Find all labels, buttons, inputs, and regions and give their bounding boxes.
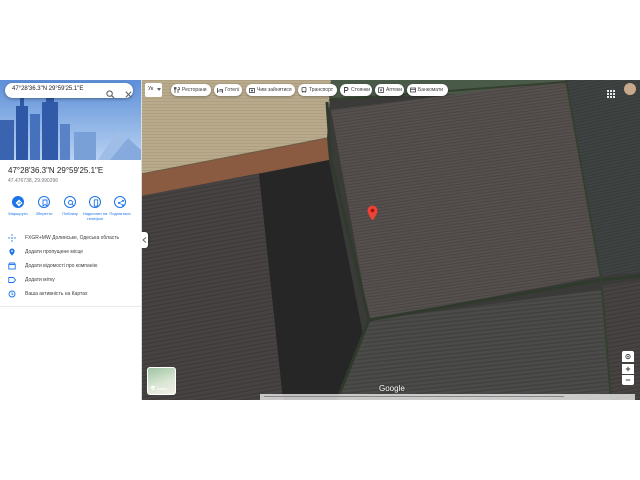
language-value: Ук <box>148 86 154 92</box>
place-panel: 47°28'36.3"N 29°59'25.1"E 47°28'36.3"N 2… <box>0 80 142 400</box>
plus-code-icon <box>8 234 16 242</box>
chip-pharmacies[interactable]: Аптеки <box>375 84 404 96</box>
chip-transit[interactable]: Транспорт <box>298 84 337 96</box>
info-row-add-label[interactable]: Додати мітку <box>0 274 141 286</box>
bookmark-icon <box>42 199 48 207</box>
info-row-add-place[interactable]: Додати пропущене місце <box>0 246 141 258</box>
save-button[interactable]: Зберегти <box>31 196 57 216</box>
chip-pharmacies-label: Аптеки <box>386 87 403 93</box>
plus-icon <box>625 366 631 372</box>
place-coordinates: 47.476738, 29.990296 <box>8 178 59 184</box>
info-row-add-business[interactable]: Додати відомості про компанію <box>0 260 141 272</box>
transit-icon <box>301 87 307 93</box>
chip-parking-label: Стоянки <box>351 87 371 93</box>
minus-icon <box>625 379 631 381</box>
apps-grid-icon[interactable] <box>607 85 615 103</box>
search-input[interactable]: 47°28'36.3"N 29°59'25.1"E <box>12 86 83 92</box>
satellite-imagery <box>141 80 640 400</box>
map-attribution-bar <box>260 394 635 400</box>
hotel-icon <box>217 88 223 93</box>
layers-icon <box>150 385 156 391</box>
send-to-phone-label: Надіслати на телефон <box>82 211 108 221</box>
chip-hotels[interactable]: Готелі <box>214 84 242 96</box>
share-icon <box>118 199 124 207</box>
history-icon <box>8 290 16 298</box>
restaurant-icon <box>174 87 180 93</box>
zoom-in-button[interactable] <box>622 364 634 374</box>
place-title: 47°28'36.3"N 29°59'25.1"E <box>8 166 104 175</box>
chevron-down-icon <box>157 88 161 91</box>
add-label-text: Додати мітку <box>25 277 55 283</box>
add-place-text: Додати пропущене місце <box>25 249 84 255</box>
send-to-phone-button[interactable]: Надіслати на телефон <box>82 196 108 221</box>
nearby-icon <box>68 200 75 207</box>
chip-atms[interactable]: Банкомати <box>407 84 448 96</box>
zoom-out-button[interactable] <box>622 375 634 385</box>
chevron-left-icon <box>142 237 147 243</box>
chip-restaurants[interactable]: Ресторани <box>171 84 211 96</box>
camera-icon <box>249 88 255 93</box>
pharmacy-icon <box>378 87 384 93</box>
my-location-icon <box>625 353 631 360</box>
nearby-label: Поблизу <box>62 211 78 216</box>
add-business-text: Додати відомості про компанію <box>25 263 98 269</box>
chip-things-to-do-label: Чим зайнятися <box>257 87 292 93</box>
info-row-activity[interactable]: Ваша активність на Картах <box>0 288 141 300</box>
chip-restaurants-label: Ресторани <box>182 87 207 93</box>
parking-icon <box>344 87 349 93</box>
share-button[interactable]: Поділитися <box>107 196 133 216</box>
activity-text: Ваша активність на Картах <box>25 291 88 297</box>
chip-parking[interactable]: Стоянки <box>340 84 372 96</box>
layers-label: Шари <box>157 386 168 391</box>
directions-label: Маршрути <box>8 211 28 216</box>
close-icon[interactable] <box>124 86 133 98</box>
satellite-map[interactable] <box>141 80 640 400</box>
directions-button[interactable]: Маршрути <box>5 196 31 216</box>
plus-code-text: FXGR+MW Долинське, Одеська область <box>25 235 120 241</box>
chip-transit-label: Транспорт <box>309 87 334 93</box>
maps-app: 47°28'36.3"N 29°59'25.1"E 47°28'36.3"N 2… <box>0 80 640 400</box>
chip-hotels-label: Готелі <box>225 87 239 93</box>
save-label: Зберегти <box>35 211 53 216</box>
add-place-icon <box>9 248 15 256</box>
phone-icon <box>93 199 99 207</box>
info-row-plus-code[interactable]: FXGR+MW Долинське, Одеська область <box>0 232 141 244</box>
label-icon <box>8 277 16 283</box>
chip-things-to-do[interactable]: Чим зайнятися <box>246 84 295 96</box>
chip-atms-label: Банкомати <box>418 87 444 93</box>
business-icon <box>8 262 16 270</box>
my-location-button[interactable] <box>622 351 634 362</box>
google-logo: Google <box>379 384 405 393</box>
search-box: 47°28'36.3"N 29°59'25.1"E <box>5 83 133 99</box>
atm-icon <box>410 87 416 93</box>
nearby-button[interactable]: Поблизу <box>57 196 83 216</box>
directions-icon <box>15 199 23 207</box>
avatar[interactable] <box>624 83 636 95</box>
collapse-panel-button[interactable] <box>141 232 148 248</box>
language-select[interactable]: Ук <box>145 83 162 97</box>
search-icon[interactable] <box>106 86 115 99</box>
panel-divider <box>0 306 141 307</box>
share-label: Поділитися <box>109 211 131 216</box>
layers-button[interactable]: Шари <box>147 367 176 395</box>
location-pin-icon[interactable] <box>367 205 378 221</box>
